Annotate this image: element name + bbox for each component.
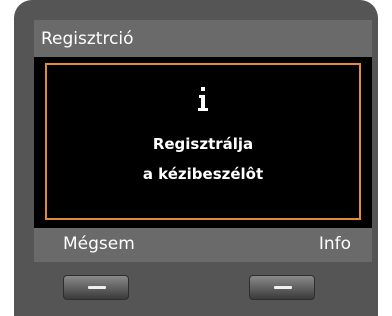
- info-softkey[interactable]: Info: [319, 228, 351, 262]
- dialog-message-line-1: Regisztrálja: [152, 135, 254, 153]
- minus-icon: [88, 286, 106, 289]
- softkey-bar: Mégsem Info: [34, 228, 372, 262]
- screen-title: Regisztrció: [41, 28, 134, 49]
- left-display-key[interactable]: [63, 275, 129, 300]
- display-screen: Regisztrálja a kézibeszélôt: [34, 57, 372, 228]
- minus-icon: [274, 286, 292, 289]
- dialog-message-line-2: a kézibeszélôt: [142, 165, 264, 183]
- info-icon: [47, 85, 359, 115]
- right-display-key[interactable]: [249, 275, 315, 300]
- title-bar: Regisztrció: [34, 20, 372, 57]
- cancel-softkey[interactable]: Mégsem: [63, 228, 135, 262]
- info-dialog: Regisztrálja a kézibeszélôt: [45, 63, 361, 220]
- phone-display-frame: Regisztrció Regisztrálja a kézibeszélôt …: [14, 0, 378, 316]
